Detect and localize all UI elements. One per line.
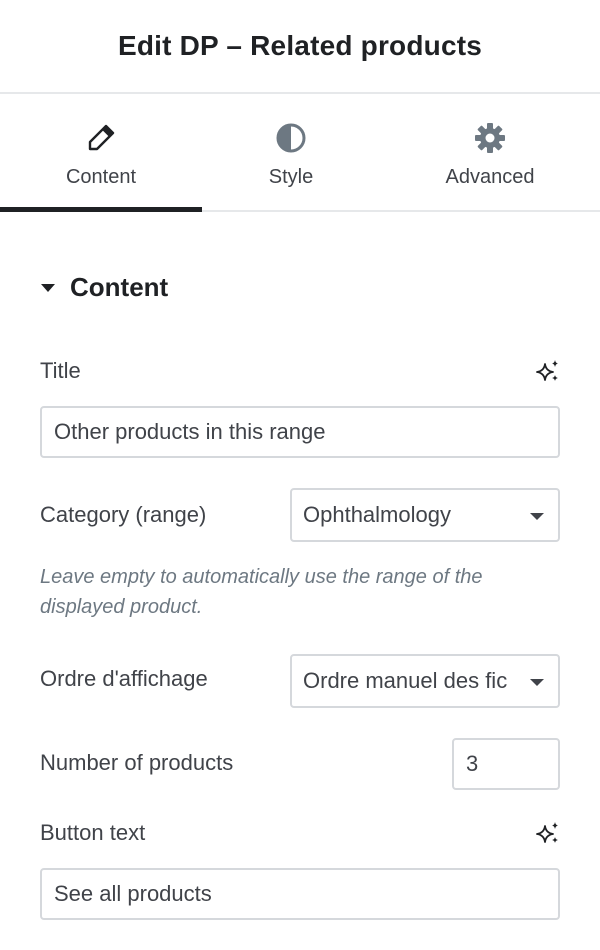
tab-label: Content (65, 166, 137, 188)
category-label: Category (range) (40, 502, 207, 527)
contrast-icon (276, 123, 306, 153)
pencil-icon (88, 124, 115, 151)
sparkle-icon[interactable] (536, 821, 560, 845)
title-input[interactable]: Other products in this range (40, 406, 560, 458)
section-toggle-content[interactable]: Content (40, 272, 168, 303)
count-label: Number of products (40, 750, 234, 775)
order-value: Ordre manuel des fic (303, 668, 508, 693)
caret-down-icon (41, 283, 55, 292)
category-hint: Leave empty to automatically use the ran… (40, 566, 483, 618)
chevron-down-icon (530, 679, 544, 686)
button-text-input[interactable]: See all products (40, 868, 560, 920)
panel-header: Edit DP – Related products (0, 0, 600, 94)
tab-label: Advanced (445, 166, 535, 188)
panel-title: Edit DP – Related products (117, 30, 483, 61)
title-label: Title (40, 358, 81, 383)
tab-advanced[interactable]: Advanced (380, 96, 600, 210)
tab-style[interactable]: Style (202, 96, 380, 210)
order-select[interactable]: Ordre manuel des fic (290, 654, 560, 708)
tab-content[interactable]: Content (0, 96, 202, 212)
order-label: Ordre d'affichage (40, 666, 208, 691)
section-title: Content (70, 272, 169, 302)
sparkle-icon[interactable] (536, 359, 560, 383)
tab-label: Style (268, 166, 314, 188)
count-input[interactable]: 3 (452, 738, 560, 790)
gear-icon (475, 123, 505, 153)
chevron-down-icon (530, 513, 544, 520)
category-select[interactable]: Ophthalmology (290, 488, 560, 542)
button-text-label: Button text (40, 820, 146, 845)
category-value: Ophthalmology (303, 502, 451, 527)
tab-bar: Content Style Advanced (0, 96, 600, 212)
